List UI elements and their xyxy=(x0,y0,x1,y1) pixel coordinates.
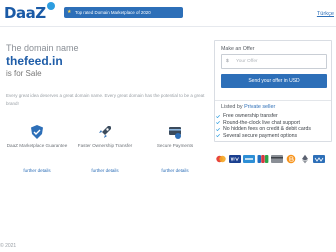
rocket-icon xyxy=(99,126,111,138)
feature-more-link[interactable]: further details xyxy=(74,168,136,173)
listed-by: Listed by Private seller xyxy=(221,104,275,110)
check-icon xyxy=(216,114,220,118)
feature-more-link[interactable]: further details xyxy=(144,168,206,173)
star-icon: ★ xyxy=(67,9,72,15)
check-icon xyxy=(216,121,220,125)
visa-icon xyxy=(229,155,241,163)
award-badge-text: Top rated Domain Marketplace of 2020 xyxy=(75,10,151,15)
amex-icon xyxy=(243,155,255,163)
feature-payments: Secure Payments further details xyxy=(144,124,206,173)
logo-dot xyxy=(46,2,55,10)
offer-placeholder: Your Offer xyxy=(236,59,258,64)
feature-label: Faster Ownership Transfer xyxy=(77,143,133,148)
offer-input[interactable]: $ Your Offer xyxy=(221,54,327,69)
feature-guarantee: DaaZ Marketplace Guarantee further detai… xyxy=(6,124,68,173)
ethereum-icon xyxy=(302,154,308,164)
copyright: © 2021 xyxy=(0,243,17,249)
hero-blurb: Every great idea deserves a great domain… xyxy=(6,93,205,106)
jcb-icon xyxy=(257,155,269,163)
award-badge: ★ Top rated Domain Marketplace of 2020 xyxy=(64,7,183,18)
feature-transfer: Faster Ownership Transfer further detail… xyxy=(74,124,136,173)
mastercard-icon xyxy=(216,155,226,163)
features: DaaZ Marketplace Guarantee further detai… xyxy=(6,124,206,180)
language-switch[interactable]: Türkçe xyxy=(317,11,334,17)
sale-status: is for Sale xyxy=(6,69,42,78)
payment-methods xyxy=(215,153,333,167)
perks-list: Free ownership transfer Round-the-clock … xyxy=(214,113,332,139)
check-icon xyxy=(216,134,220,138)
card-icon xyxy=(271,155,283,163)
feature-label: DaaZ Marketplace Guarantee xyxy=(6,143,68,148)
header: DaaZ ★ Top rated Domain Marketplace of 2… xyxy=(0,0,336,27)
perk-text: Several secure payment options xyxy=(223,132,298,139)
feature-label: Secure Payments xyxy=(156,143,194,148)
domain-name: thefeed.in xyxy=(6,54,63,68)
seller-name: Private seller xyxy=(244,104,276,110)
hero-kicker: The domain name xyxy=(6,43,79,53)
wire-icon xyxy=(313,155,325,163)
payment-icon xyxy=(169,127,181,139)
listed-prefix: Listed by xyxy=(221,104,243,110)
feature-more-link[interactable]: further details xyxy=(6,168,68,173)
offer-title: Make an Offer xyxy=(221,46,255,52)
check-icon xyxy=(216,127,220,131)
shield-icon xyxy=(31,125,43,139)
list-item: Several secure payment options xyxy=(214,133,332,140)
daaz-logo[interactable]: DaaZ xyxy=(4,2,55,22)
hero: The domain name thefeed.in is for Sale xyxy=(6,43,208,78)
send-offer-button[interactable]: Send your offer in USD xyxy=(221,74,327,88)
bitcoin-icon xyxy=(286,154,296,164)
divider xyxy=(215,100,331,101)
currency-symbol: $ xyxy=(226,59,229,64)
logo-text: DaaZ xyxy=(4,4,46,22)
